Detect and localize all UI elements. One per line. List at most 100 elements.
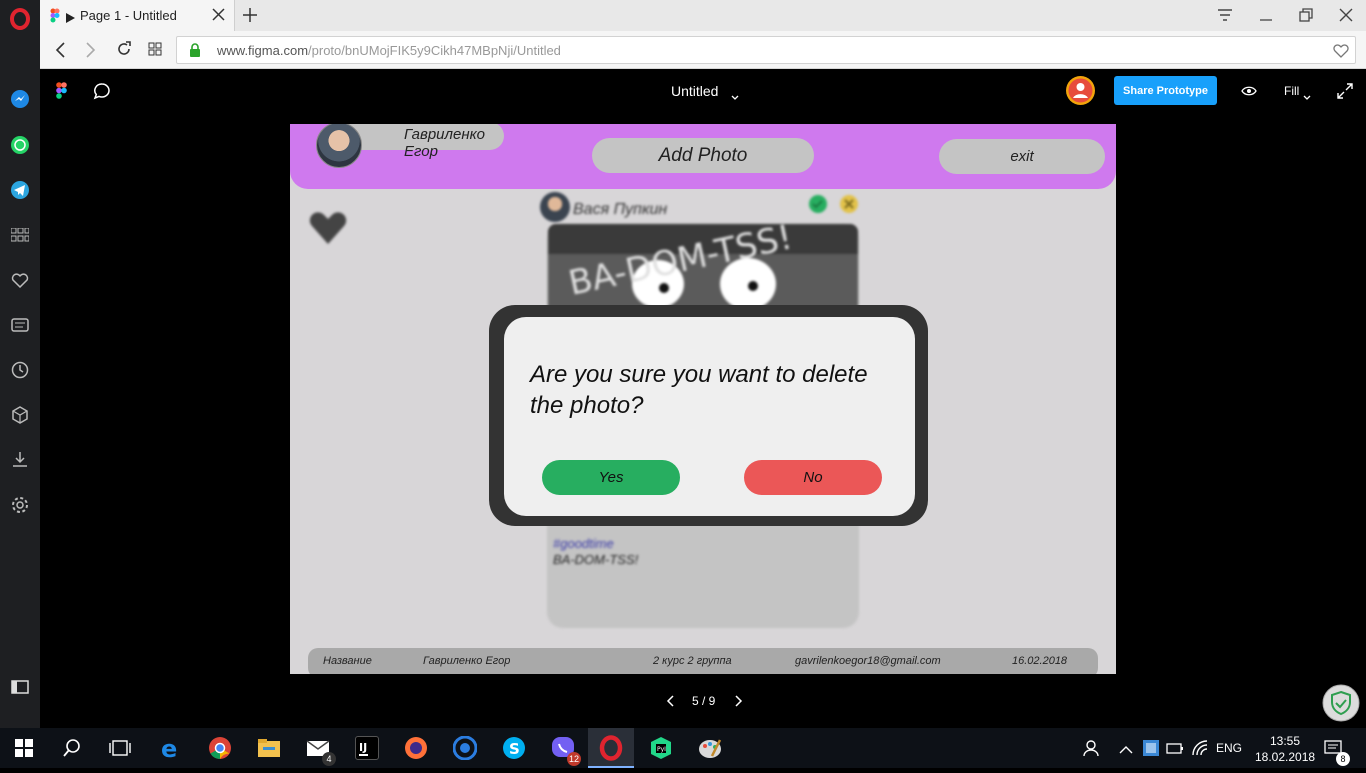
- svg-text:PyI: PyI: [657, 746, 666, 753]
- edge-icon[interactable]: e: [159, 735, 183, 763]
- clock-date: 18.02.2018: [1255, 750, 1316, 764]
- file-explorer-icon[interactable]: [257, 736, 281, 760]
- heart-icon[interactable]: [9, 269, 31, 291]
- battery-icon[interactable]: [1166, 739, 1184, 762]
- footer-author: Гавриленко Егор: [423, 655, 511, 667]
- whatsapp-icon[interactable]: [9, 134, 31, 156]
- approve-check-icon[interactable]: [808, 194, 828, 219]
- footer-email[interactable]: gavrilenkoegor18@gmail.com: [795, 655, 941, 667]
- mail-badge: 4: [322, 752, 336, 766]
- user-avatar-icon[interactable]: [1065, 75, 1096, 111]
- mail-icon[interactable]: 4: [306, 736, 336, 766]
- address-bar: www.figma.com/proto/bnUMojFIK5y9Cikh47MB…: [40, 31, 1366, 69]
- pycharm-icon[interactable]: PyI: [649, 736, 673, 760]
- tab-bar: Page 1 - Untitled: [40, 0, 1366, 31]
- extensions-icon[interactable]: [9, 404, 31, 426]
- downloads-icon[interactable]: [9, 448, 31, 470]
- user-avatar[interactable]: [316, 124, 362, 168]
- prev-page-icon[interactable]: [666, 695, 674, 710]
- svg-text:e: e: [161, 736, 177, 760]
- people-icon[interactable]: [1083, 739, 1101, 762]
- tabs-grid-icon[interactable]: [148, 42, 162, 61]
- window-close-icon[interactable]: [1338, 7, 1354, 28]
- post-caption: BA-DOM-TSS!: [553, 552, 639, 567]
- tab-menu-icon[interactable]: [1217, 8, 1233, 27]
- document-title[interactable]: Untitled: [671, 83, 718, 99]
- svg-text:IJ: IJ: [359, 741, 367, 754]
- opera-logo-icon[interactable]: [9, 8, 31, 30]
- reload-icon[interactable]: [116, 41, 132, 62]
- footer-group: 2 курс 2 группа: [653, 655, 732, 667]
- delete-confirm-dialog: Are you sure you want to delete the phot…: [489, 305, 928, 526]
- lock-icon: [189, 43, 201, 62]
- eye-icon[interactable]: [1241, 84, 1257, 102]
- like-heart-icon[interactable]: [308, 208, 348, 248]
- share-prototype-button[interactable]: Share Prototype: [1114, 76, 1217, 105]
- bookmark-heart-icon[interactable]: [1333, 43, 1349, 63]
- intellij-icon[interactable]: IJ: [355, 736, 379, 760]
- app-header: Гавриленко Егор Add Photo exit: [290, 124, 1116, 189]
- dialog-question: Are you sure you want to delete the phot…: [530, 361, 868, 419]
- comment-icon[interactable]: [93, 82, 111, 105]
- new-tab-icon[interactable]: [242, 7, 258, 28]
- fill-dropdown-label[interactable]: Fill: [1284, 84, 1299, 98]
- skype-icon[interactable]: S: [502, 736, 526, 760]
- url-host: www.figma.com: [217, 43, 309, 58]
- url-field[interactable]: www.figma.com/proto/bnUMojFIK5y9Cikh47MB…: [176, 36, 1356, 64]
- opera-taskbar-active[interactable]: [588, 728, 634, 768]
- history-icon[interactable]: [9, 359, 31, 381]
- firefox-icon[interactable]: [404, 736, 428, 760]
- back-icon[interactable]: [54, 42, 66, 63]
- close-tab-icon[interactable]: [212, 8, 225, 26]
- exit-button[interactable]: exit: [939, 139, 1105, 174]
- reject-cross-icon[interactable]: [839, 194, 859, 219]
- fullscreen-icon[interactable]: [1337, 83, 1353, 104]
- search-icon[interactable]: [63, 739, 81, 762]
- sidebar-toggle-icon[interactable]: [9, 676, 31, 698]
- task-view-icon[interactable]: [109, 740, 131, 761]
- ccleaner-icon[interactable]: [452, 735, 478, 761]
- footer-bar: Название Гавриленко Егор 2 курс 2 группа…: [308, 648, 1098, 674]
- chrome-icon[interactable]: [208, 736, 232, 760]
- post-author-avatar: [540, 192, 570, 222]
- paint-icon[interactable]: [698, 736, 722, 760]
- clock-time: 13:55: [1269, 734, 1301, 748]
- tray-app-icon[interactable]: [1142, 739, 1160, 762]
- minimize-icon[interactable]: [1258, 8, 1274, 29]
- url-path: /proto/bnUMojFIK5y9Cikh47MBpNji/Untitled: [308, 43, 561, 58]
- browser-tab[interactable]: Page 1 - Untitled: [40, 0, 235, 31]
- prototype-frame: Вася Пупкин BA-DOM-TSS! #goodtime BA-DOM…: [290, 124, 1116, 674]
- messenger-icon[interactable]: [9, 88, 31, 110]
- notifications-icon[interactable]: 8: [1324, 739, 1350, 766]
- figma-favicon-icon: [50, 8, 60, 28]
- wifi-icon[interactable]: [1191, 739, 1209, 762]
- dialog-body: Are you sure you want to delete the phot…: [504, 317, 915, 516]
- viber-icon[interactable]: 12: [551, 736, 581, 766]
- svg-text:S: S: [509, 740, 520, 758]
- user-name: Гавриленко Егор: [404, 126, 485, 160]
- tray-chevron-up-icon[interactable]: [1119, 742, 1133, 760]
- settings-icon[interactable]: [9, 494, 31, 516]
- windows-taskbar: e 4 IJ S 12 PyI ENG 13:55 18.02.2018 8: [0, 728, 1366, 768]
- title-chevron-down-icon[interactable]: [731, 88, 739, 106]
- clock[interactable]: 13:55 18.02.2018: [1255, 733, 1315, 765]
- next-page-icon[interactable]: [735, 695, 743, 710]
- security-shield-icon[interactable]: [1322, 684, 1360, 727]
- yes-button[interactable]: Yes: [542, 460, 680, 495]
- post-hashtag[interactable]: #goodtime: [553, 536, 614, 551]
- language-indicator[interactable]: ENG: [1216, 741, 1242, 755]
- figma-toolbar: Untitled Share Prototype Fill: [40, 70, 1366, 112]
- maximize-icon[interactable]: [1298, 8, 1314, 29]
- add-photo-button[interactable]: Add Photo: [592, 138, 814, 173]
- telegram-icon[interactable]: [9, 179, 31, 201]
- url-text: www.figma.com/proto/bnUMojFIK5y9Cikh47MB…: [217, 43, 561, 58]
- forward-icon[interactable]: [85, 42, 97, 63]
- windows-start-icon[interactable]: [15, 739, 33, 762]
- news-icon[interactable]: [9, 314, 31, 336]
- opera-sidebar: [0, 0, 40, 728]
- figma-logo-icon[interactable]: [56, 82, 67, 104]
- fill-chevron-down-icon[interactable]: [1303, 88, 1311, 106]
- no-button[interactable]: No: [744, 460, 882, 495]
- page-counter: 5 / 9: [692, 694, 716, 708]
- speed-dial-icon[interactable]: [9, 224, 31, 246]
